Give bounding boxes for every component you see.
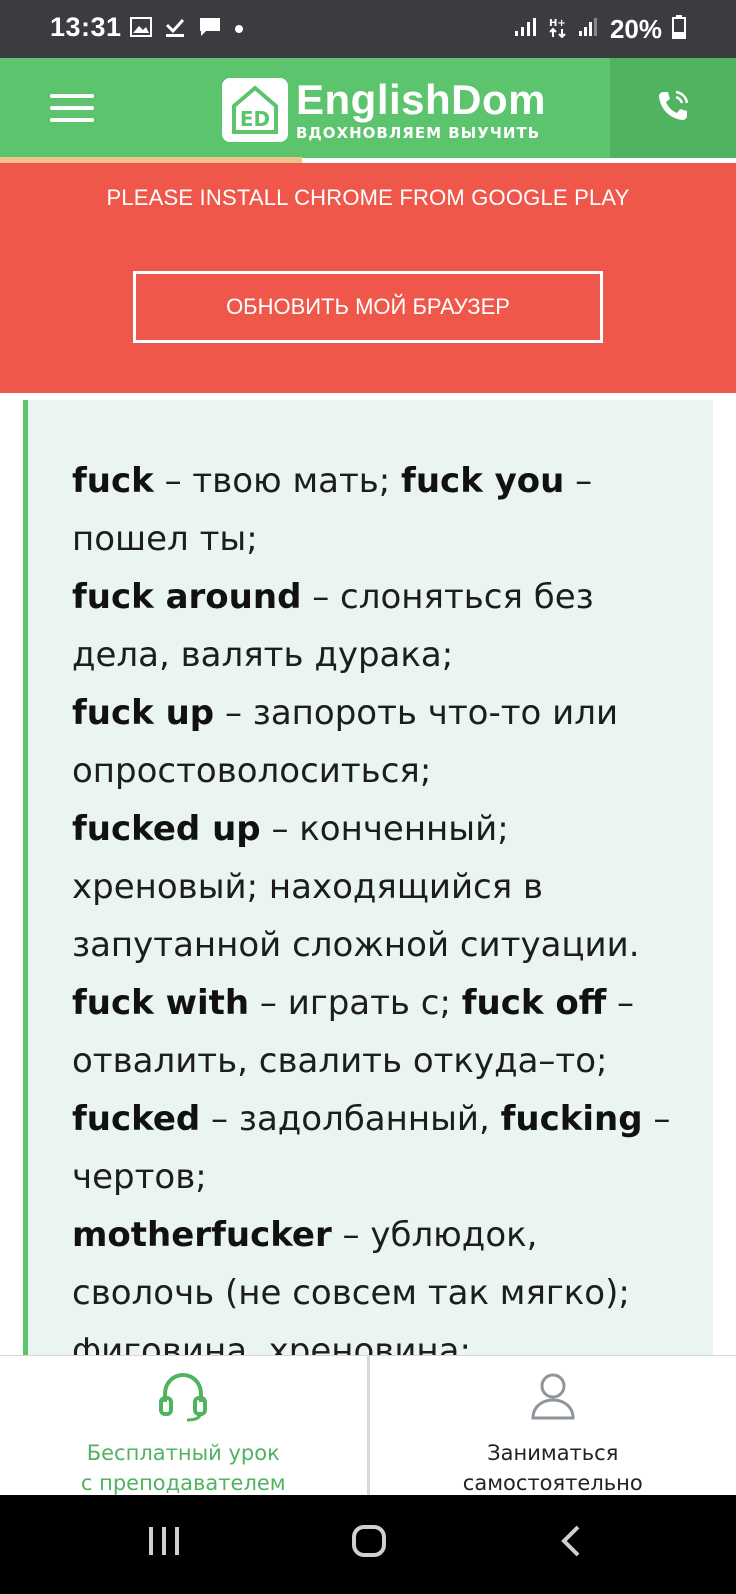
text-line: fuck – твою мать; fuck you – [72,452,682,510]
reading-progress-bar [0,157,302,163]
hamburger-menu-icon[interactable] [50,94,94,122]
term: fucked [72,1099,201,1139]
logo-mark: ED [222,78,288,142]
definition-text: чертов; [72,1157,207,1197]
term: fuck off [461,983,607,1023]
image-icon [130,17,152,42]
vocabulary-text: fuck – твою мать; fuck you – пошел ты; fuc… [72,452,682,1360]
logo-text: EnglishDom ВДОХНОВЛЯЕМ ВЫУЧИТЬ [296,76,547,143]
definition-text: дела, валять дурака; [72,635,454,675]
text-line: fuck up – запороть что-то или [72,684,682,742]
text-line: fuck around – слоняться без [72,568,682,626]
text-line: опростоволоситься; [72,742,682,800]
definition-text: сволочь (не совсем так мягко); [72,1273,630,1313]
self-study-button[interactable]: Заниматься самостоятельно [369,1356,736,1495]
site-header: ED EnglishDom ВДОХНОВЛЯЕМ ВЫУЧИТЬ [0,58,736,158]
text-line: fucked – задолбанный, fucking – [72,1090,682,1148]
dot-icon [234,21,244,39]
definition-text: – [564,461,593,501]
definition-text: – запороть что-то или [214,693,619,733]
brand-tagline: ВДОХНОВЛЯЕМ ВЫУЧИТЬ [296,124,541,142]
term: fucked up [72,809,261,849]
svg-text:ED: ED [240,107,270,131]
update-browser-button[interactable]: ОБНОВИТЬ МОЙ БРАУЗЕР [133,271,603,343]
banner-message: PLEASE INSTALL CHROME FROM GOOGLE PLAY [106,185,630,210]
free-lesson-button[interactable]: Бесплатный урок с преподавателем [0,1356,367,1495]
free-lesson-label: Бесплатный урок с преподавателем [80,1441,286,1495]
term: fucking [500,1099,643,1139]
definition-text: опростоволоситься; [72,751,432,791]
definition-text: отвалить, свалить откуда–то; [72,1041,608,1081]
status-time: 13:31 [50,12,122,42]
bottom-action-bar: Бесплатный урок с преподавателем Занимат… [0,1355,736,1495]
browser-update-banner: PLEASE INSTALL CHROME FROM GOOGLE PLAY О… [0,163,736,393]
home-icon[interactable] [350,1521,390,1565]
term: fuck up [72,693,215,733]
text-line: чертов; [72,1148,682,1206]
text-line: fucked up – конченный; [72,800,682,858]
text-line: сволочь (не совсем так мягко); [72,1264,682,1322]
brand-name: EnglishDom [296,76,547,123]
definition-text: – ублюдок, [331,1215,538,1255]
status-bar: 13:31 H+ 20% [0,0,736,58]
svg-text:H+: H+ [549,18,566,29]
definition-text: – играть с; [249,983,462,1023]
text-line: fuck with – играть с; fuck off – [72,974,682,1032]
logo[interactable]: ED EnglishDom ВДОХНОВЛЯЕМ ВЫУЧИТЬ [222,78,546,142]
definition-text: хреновый; находящийся в [72,867,544,907]
definition-text: пошел ты; [72,519,258,559]
definition-text: – конченный; [260,809,509,849]
text-line: motherfucker – ублюдок, [72,1206,682,1264]
signal-icon [514,17,538,42]
term: motherfucker [72,1215,332,1255]
term: fuck you [401,461,565,501]
text-line: хреновый; находящийся в [72,858,682,916]
definition-text: – слоняться без [301,577,594,617]
download-done-icon [164,16,186,43]
back-icon[interactable] [556,1521,586,1565]
text-line: запутанной сложной ситуации. [72,916,682,974]
definition-text: – [606,983,635,1023]
self-study-label: Заниматься самостоятельно [462,1441,643,1495]
vocabulary-card: fuck – твою мать; fuck you – пошел ты; fuc… [23,400,713,1360]
call-button[interactable] [610,58,736,158]
text-line: отвалить, свалить откуда–то; [72,1032,682,1090]
text-line: пошел ты; [72,510,682,568]
text-line: дела, валять дурака; [72,626,682,684]
system-navigation-bar [0,1495,736,1594]
term: fuck around [72,577,302,617]
definition-text: запутанной сложной ситуации. [72,925,640,965]
chat-icon [198,16,222,43]
signal-2-icon [578,17,600,42]
definition-text: – задолбанный, [200,1099,501,1139]
definition-text: – [642,1099,671,1139]
definition-text: – твою мать; [153,461,402,501]
term: fuck [72,461,154,501]
recents-icon[interactable] [146,1521,182,1565]
notification-icons [130,16,244,43]
user-icon [525,1368,581,1428]
network-icon: H+ [548,16,568,43]
battery-percent: 20% [609,14,662,44]
battery-icon [672,15,686,44]
phone-icon [655,88,691,128]
system-icons: H+ 20% [514,14,686,45]
headset-icon [155,1368,211,1428]
term: fuck with [72,983,250,1023]
